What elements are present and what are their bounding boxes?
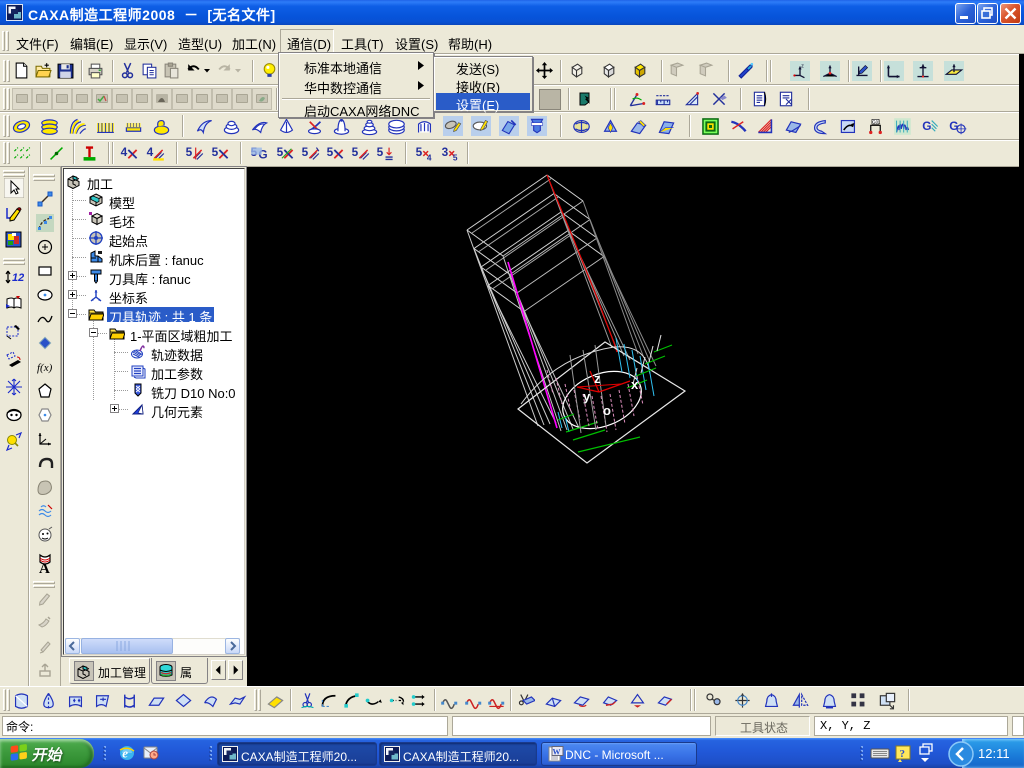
svg-text:y: y — [583, 389, 591, 404]
svg-text:G: G — [922, 119, 931, 133]
svg-text:12: 12 — [12, 272, 24, 284]
svg-text:3: 3 — [442, 145, 449, 159]
svg-text:z: z — [594, 371, 601, 386]
svg-text:5: 5 — [212, 145, 219, 159]
svg-text:5: 5 — [327, 145, 334, 159]
svg-text:4: 4 — [427, 153, 432, 163]
svg-text:A: A — [39, 561, 50, 576]
svg-text:4: 4 — [147, 145, 154, 159]
svg-text:x: x — [631, 377, 639, 392]
svg-text:f(x): f(x) — [37, 362, 53, 374]
svg-text:G01: G01 — [872, 119, 881, 124]
svg-text:?: ? — [900, 748, 906, 760]
svg-text:5: 5 — [302, 145, 309, 159]
svg-text:5: 5 — [416, 145, 423, 159]
svg-text:5: 5 — [453, 153, 458, 163]
svg-text:4: 4 — [121, 145, 128, 159]
svg-text:z: z — [801, 64, 804, 70]
svg-text:5: 5 — [377, 145, 384, 159]
svg-text:o: o — [603, 403, 611, 418]
svg-text:5: 5 — [352, 145, 359, 159]
svg-text:5: 5 — [186, 145, 193, 159]
svg-text:5: 5 — [277, 145, 284, 159]
svg-text:W: W — [553, 747, 561, 756]
